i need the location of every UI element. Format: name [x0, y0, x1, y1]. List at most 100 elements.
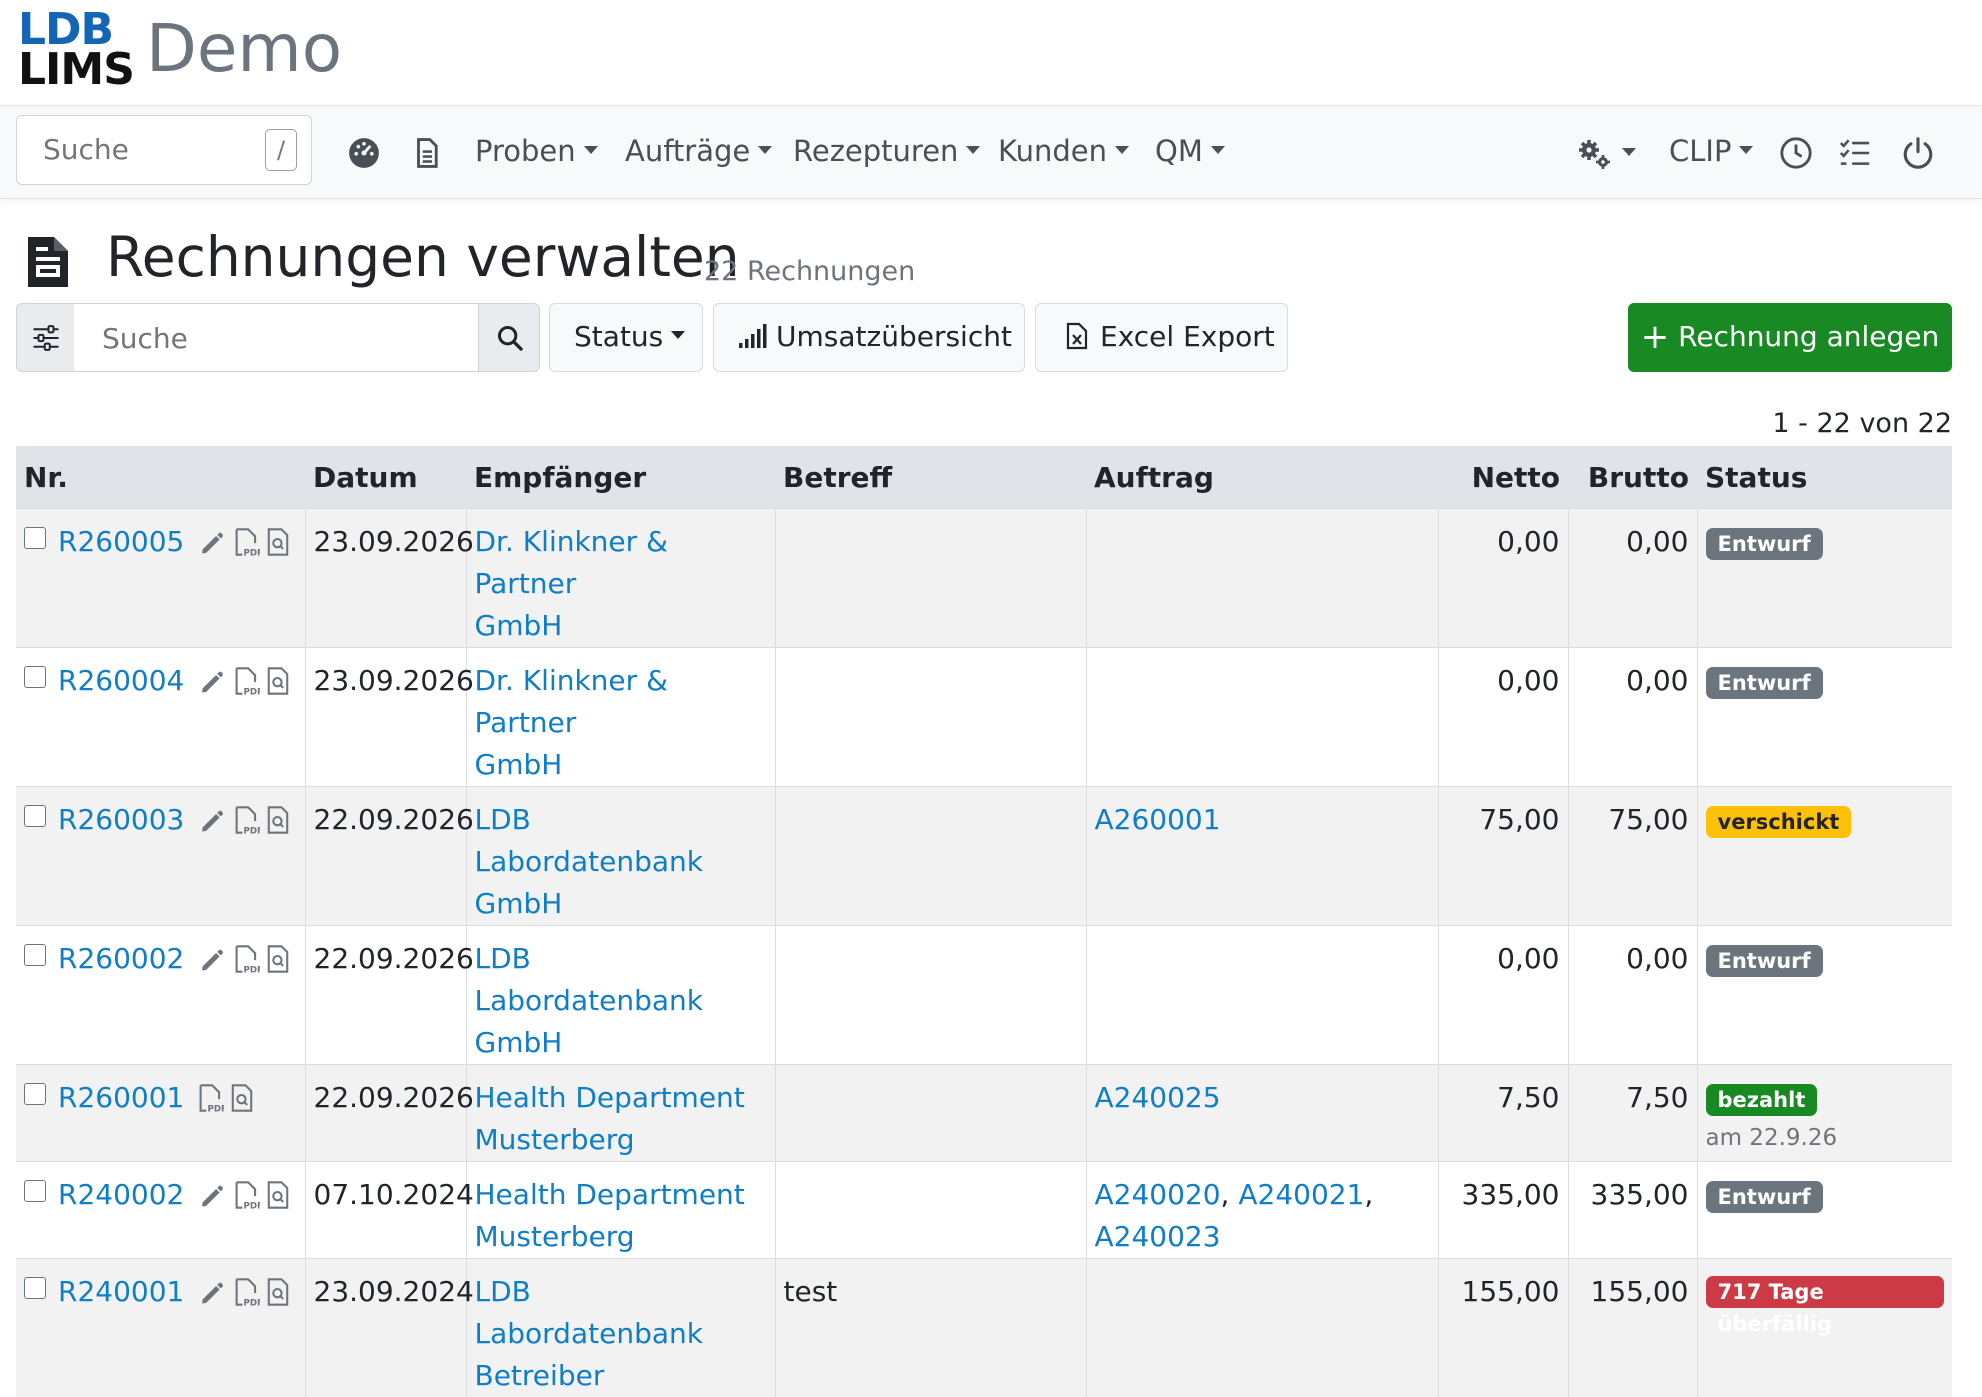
order-link[interactable]: A260001 [1095, 803, 1221, 836]
recipient-line-1: LDB Labordatenbank [475, 803, 703, 878]
preview-file-icon[interactable] [224, 1083, 254, 1125]
recipient-link[interactable]: Dr. Klinkner & PartnerGmbH [475, 525, 668, 642]
pdf-file-icon[interactable]: PDF [226, 1277, 260, 1319]
power-icon[interactable] [1901, 136, 1935, 170]
row-select-checkbox[interactable] [24, 666, 46, 688]
row-select-checkbox[interactable] [24, 1277, 46, 1299]
column-header-empfaenger[interactable]: Empfänger [466, 446, 775, 509]
cell-netto: 75,00 [1438, 787, 1568, 926]
edit-pencil-icon[interactable] [184, 666, 226, 708]
order-link[interactable]: A240020 [1095, 1178, 1221, 1211]
cell-datum: 07.10.2024 [305, 1162, 466, 1259]
recipient-link[interactable]: Dr. Klinkner & PartnerGmbH [475, 664, 668, 781]
pdf-file-icon[interactable]: PDF [226, 944, 260, 986]
pdf-file-icon[interactable]: PDF [226, 1180, 260, 1222]
row-select-checkbox[interactable] [24, 944, 46, 966]
pdf-file-icon[interactable]: PDF [226, 666, 260, 708]
recipient-link[interactable]: LDB LabordatenbankGmbH [475, 803, 703, 920]
checklist-icon[interactable] [1838, 136, 1872, 170]
edit-pencil-icon[interactable] [184, 805, 226, 847]
cell-auftrag [1086, 648, 1438, 787]
preview-file-icon[interactable] [260, 1180, 290, 1222]
edit-pencil-icon[interactable] [184, 1180, 226, 1222]
clock-icon[interactable] [1779, 136, 1813, 170]
preview-file-icon[interactable] [260, 527, 290, 569]
svg-text:PDF: PDF [244, 1201, 260, 1210]
invoice-number-link[interactable]: R260005 [58, 525, 184, 558]
app-logo[interactable]: LDB LIMS [18, 10, 110, 90]
recipient-link[interactable]: LDB LabordatenbankBetreiber [475, 1275, 703, 1392]
cell-empfaenger: LDB LabordatenbankGmbH [466, 926, 775, 1065]
nav-menu-auftraege[interactable]: Aufträge [625, 134, 772, 168]
svg-text:PDF: PDF [244, 826, 260, 835]
invoice-number-link[interactable]: R260001 [58, 1081, 184, 1114]
recipient-line-2: GmbH [475, 748, 563, 781]
cell-status: bezahlt am 22.9.26 [1697, 1065, 1952, 1162]
row-select-checkbox[interactable] [24, 527, 46, 549]
column-header-nr[interactable]: Nr. [16, 446, 305, 509]
user-menu[interactable]: CLIP [1669, 134, 1753, 168]
nav-menu-kunden-label: Kunden [998, 134, 1107, 168]
order-link[interactable]: A240023 [1095, 1220, 1221, 1253]
dashboard-icon[interactable] [347, 136, 381, 170]
recipient-link[interactable]: Health DepartmentMusterberg [475, 1081, 745, 1156]
global-search-input[interactable] [41, 132, 245, 167]
column-header-brutto[interactable]: Brutto [1568, 446, 1697, 509]
recipient-link[interactable]: Health DepartmentMusterberg [475, 1178, 745, 1253]
settings-menu[interactable] [1578, 136, 1636, 171]
search-button[interactable] [478, 303, 540, 372]
row-actions: PDF [184, 803, 290, 836]
nav-menu-kunden[interactable]: Kunden [998, 134, 1129, 168]
invoice-number-link[interactable]: R240001 [58, 1275, 184, 1308]
status-filter-dropdown[interactable]: Status [549, 303, 703, 372]
column-header-netto[interactable]: Netto [1438, 446, 1568, 509]
order-link[interactable]: A240021 [1238, 1178, 1364, 1211]
sliders-icon [31, 323, 61, 353]
revenue-overview-button[interactable]: Umsatzübersicht [713, 303, 1025, 372]
document-icon[interactable] [410, 136, 444, 170]
table-row: R240002 PDF 07.10.2024 Health DepartmentM… [16, 1162, 1952, 1259]
column-header-datum[interactable]: Datum [305, 446, 466, 509]
filter-toggle-button[interactable] [16, 303, 75, 372]
cell-auftrag: A240020, A240021,A240023 [1086, 1162, 1438, 1259]
column-header-status[interactable]: Status [1697, 446, 1952, 509]
edit-pencil-icon[interactable] [184, 1277, 226, 1319]
nav-menu-rezepturen[interactable]: Rezepturen [793, 134, 980, 168]
excel-export-button[interactable]: Excel Export [1035, 303, 1288, 372]
cell-nr: R260004 PDF [16, 648, 305, 787]
edit-pencil-icon[interactable] [184, 944, 226, 986]
invoice-search[interactable] [74, 303, 479, 372]
search-shortcut-key: / [265, 129, 297, 171]
nav-menu-qm[interactable]: QM [1155, 134, 1225, 168]
invoice-search-input[interactable] [100, 321, 464, 356]
preview-file-icon[interactable] [260, 805, 290, 847]
cell-status: verschickt [1697, 787, 1952, 926]
row-select-checkbox[interactable] [24, 805, 46, 827]
chevron-down-icon [1622, 148, 1636, 156]
chevron-down-icon [671, 331, 685, 339]
create-invoice-button[interactable]: + Rechnung anlegen [1628, 303, 1952, 372]
status-badge: 717 Tage überfällig [1706, 1276, 1945, 1308]
invoice-number-link[interactable]: R240002 [58, 1178, 184, 1211]
row-select-checkbox[interactable] [24, 1083, 46, 1105]
recipient-link[interactable]: LDB LabordatenbankGmbH [475, 942, 703, 1059]
status-badge: Entwurf [1706, 945, 1823, 977]
row-select-checkbox[interactable] [24, 1180, 46, 1202]
nav-menu-proben[interactable]: Proben [475, 134, 598, 168]
global-search[interactable]: / [16, 115, 312, 185]
order-link[interactable]: A240025 [1095, 1081, 1221, 1114]
preview-file-icon[interactable] [260, 666, 290, 708]
invoice-number-link[interactable]: R260002 [58, 942, 184, 975]
pdf-file-icon[interactable]: PDF [226, 805, 260, 847]
pdf-file-icon[interactable]: PDF [226, 527, 260, 569]
create-invoice-label: Rechnung anlegen [1678, 320, 1939, 353]
preview-file-icon[interactable] [260, 944, 290, 986]
invoice-number-link[interactable]: R260003 [58, 803, 184, 836]
column-header-betreff[interactable]: Betreff [775, 446, 1086, 509]
preview-file-icon[interactable] [260, 1277, 290, 1319]
settings-icon [1578, 139, 1614, 171]
edit-pencil-icon[interactable] [184, 527, 226, 569]
pdf-file-icon[interactable]: PDF [190, 1083, 224, 1125]
column-header-auftrag[interactable]: Auftrag [1086, 446, 1438, 509]
invoice-number-link[interactable]: R260004 [58, 664, 184, 697]
